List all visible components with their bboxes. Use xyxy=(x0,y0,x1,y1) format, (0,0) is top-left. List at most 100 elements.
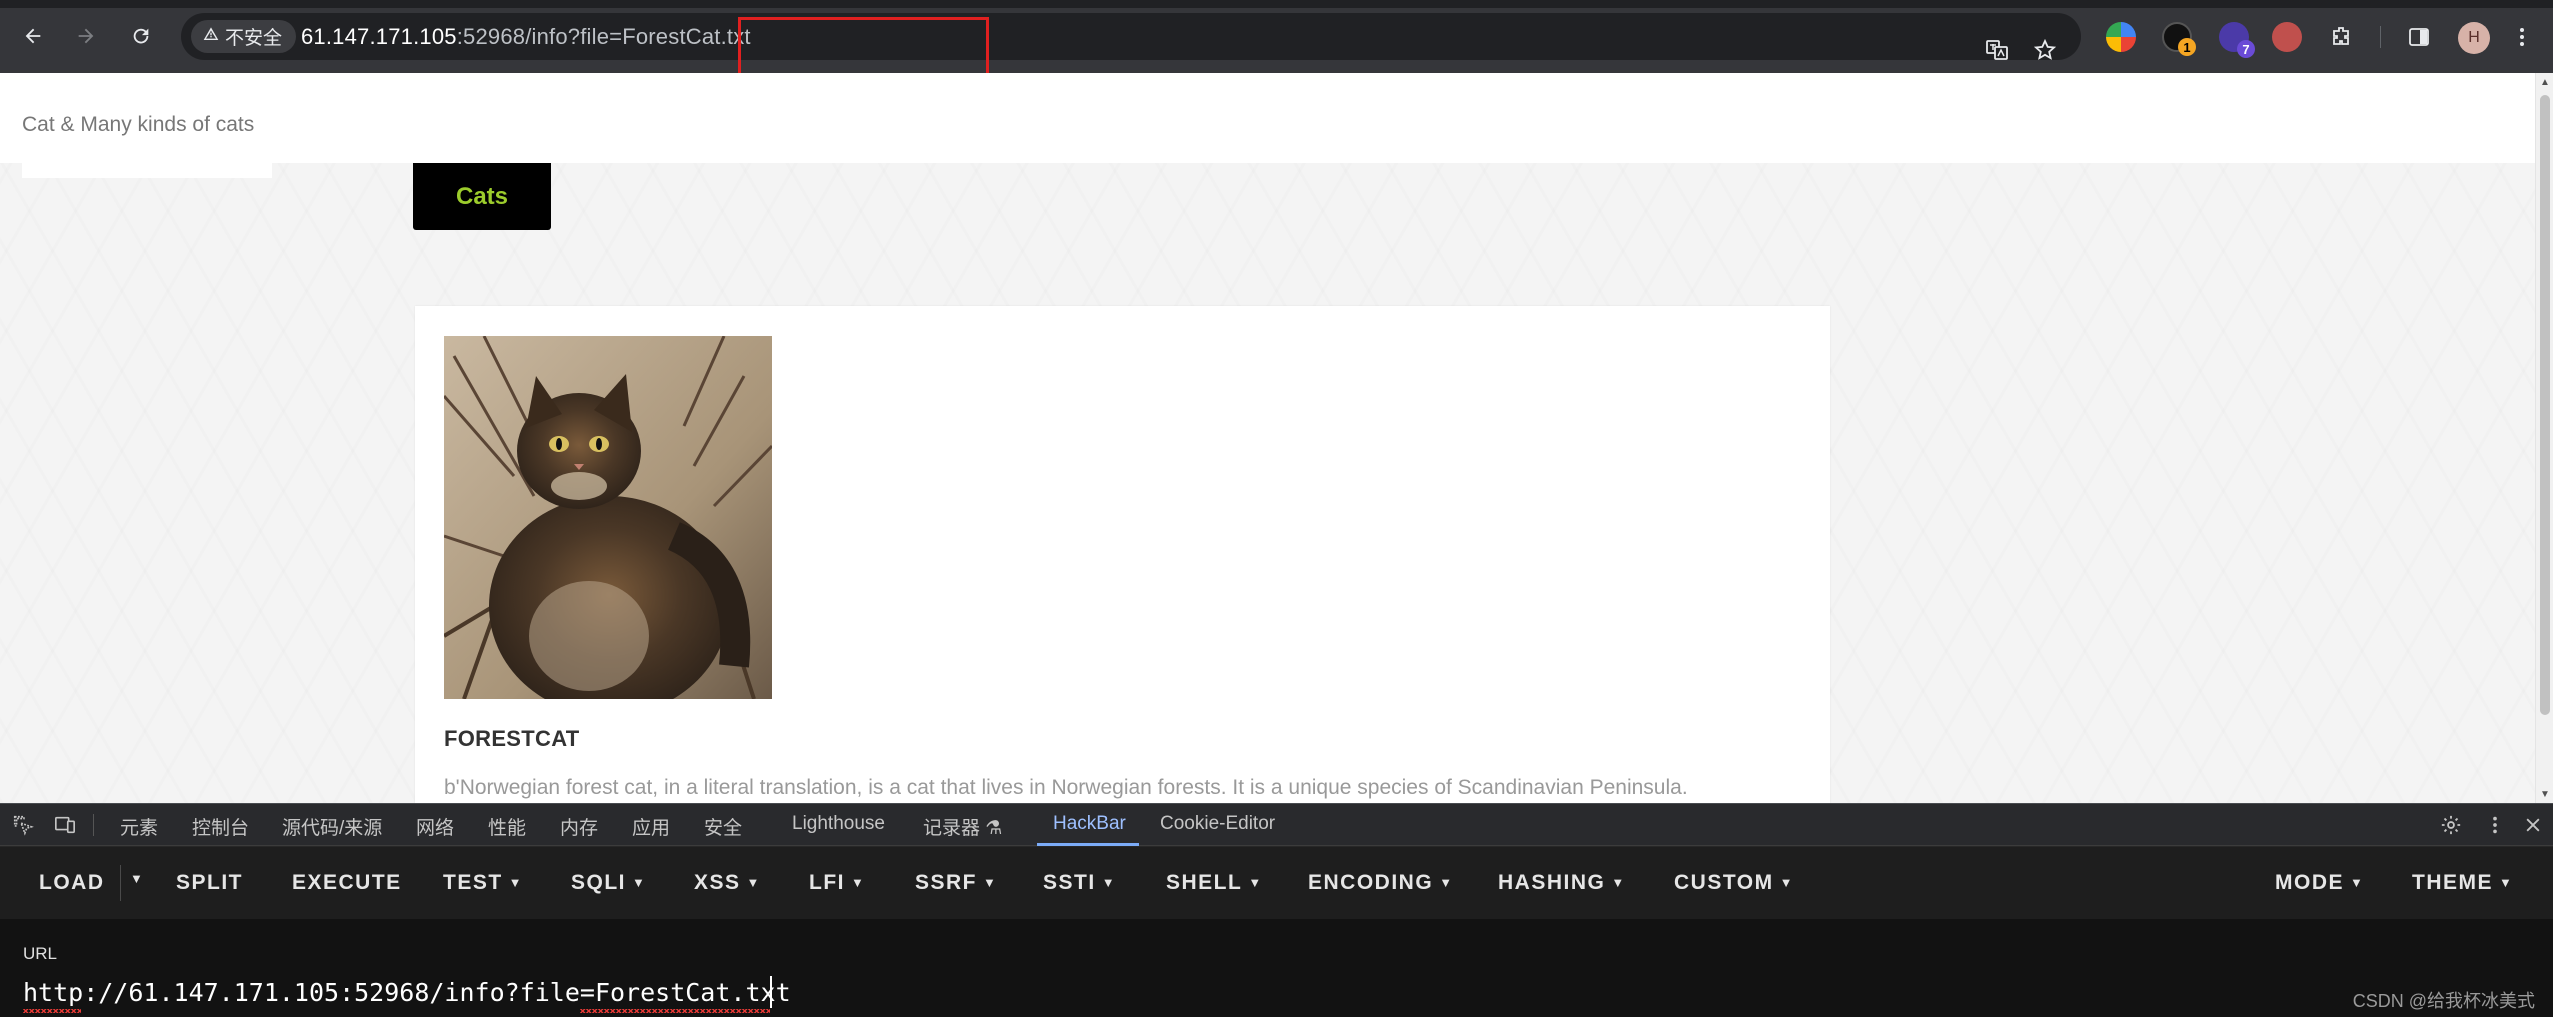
mode-label: MODE xyxy=(2275,871,2344,894)
menu-kebab-icon[interactable] xyxy=(2506,21,2538,53)
load-divider xyxy=(120,865,121,901)
cats-nav-button[interactable]: Cats xyxy=(413,163,551,230)
page-scrollbar[interactable]: ▲ ▼ xyxy=(2535,73,2553,803)
encoding-label: ENCODING xyxy=(1308,871,1434,894)
site-header: Cat & Many kinds of cats xyxy=(0,73,2535,163)
scroll-up-icon[interactable]: ▲ xyxy=(2536,73,2553,91)
site-brand[interactable]: Cat & Many kinds of cats xyxy=(22,113,254,137)
browser-toolbar: 不安全 61.147.171.105:52968/info?file=Fores… xyxy=(0,0,2553,79)
test-label: TEST xyxy=(443,871,503,894)
sqli-label: SQLI xyxy=(571,871,627,894)
watermark: CSDN @给我杯冰美式 xyxy=(2352,991,2535,1011)
shell-menu-button[interactable]: SHELL ▼ xyxy=(1166,871,1263,895)
settings-gear-icon[interactable] xyxy=(2438,812,2464,838)
chevron-down-icon: ▼ xyxy=(632,875,647,890)
chevron-down-icon: ▼ xyxy=(1101,875,1117,890)
star-icon[interactable] xyxy=(2029,34,2061,66)
inspect-element-icon[interactable] xyxy=(10,812,36,838)
tab-console[interactable]: 控制台 xyxy=(192,813,249,840)
chevron-down-icon: ▼ xyxy=(2499,875,2514,890)
cat-description: b'Norwegian forest cat, in a literal tra… xyxy=(444,776,1688,799)
custom-menu-button[interactable]: CUSTOM ▼ xyxy=(1674,871,1794,895)
mode-menu-button[interactable]: MODE ▼ xyxy=(2275,871,2364,895)
ssrf-label: SSRF xyxy=(915,871,978,894)
extension-chrome-icon[interactable] xyxy=(2106,22,2136,52)
devtools-more-icon[interactable] xyxy=(2482,812,2508,838)
forward-icon[interactable] xyxy=(68,18,104,54)
sqli-menu-button[interactable]: SQLI ▼ xyxy=(571,871,646,895)
extension-badge: 1 xyxy=(2178,38,2196,56)
toolbar-divider xyxy=(2380,26,2381,48)
devtools-panel: 元素 控制台 源代码/来源 网络 性能 内存 应用 安全 Lighthouse … xyxy=(0,803,2553,1017)
back-icon[interactable] xyxy=(15,18,51,54)
chevron-down-icon: ▼ xyxy=(746,875,761,890)
tab-performance[interactable]: 性能 xyxy=(488,813,526,840)
xss-label: XSS xyxy=(694,871,741,894)
forest-cat-image xyxy=(444,336,772,699)
cat-card: FORESTCAT b'Norwegian forest cat, in a l… xyxy=(415,306,1830,803)
ssrf-menu-button[interactable]: SSRF ▼ xyxy=(915,871,997,895)
chevron-down-icon: ▼ xyxy=(1779,875,1794,890)
tab-application[interactable]: 应用 xyxy=(632,813,670,840)
tab-memory[interactable]: 内存 xyxy=(560,813,598,840)
extension-shield-icon[interactable]: 7 xyxy=(2219,22,2255,58)
extension-badge: 7 xyxy=(2237,40,2255,58)
puzzle-icon[interactable] xyxy=(2325,21,2357,53)
tab-lighthouse[interactable]: Lighthouse xyxy=(792,813,885,835)
chevron-down-icon: ▼ xyxy=(2350,875,2365,890)
tab-strip xyxy=(0,0,2553,8)
hackbar-toolbar: LOAD ▼ SPLIT EXECUTE TEST ▼ SQLI ▼ XSS ▼ LF… xyxy=(0,847,2553,919)
scroll-down-icon[interactable]: ▼ xyxy=(2536,785,2553,803)
lfi-label: LFI xyxy=(809,871,845,894)
hashing-label: HASHING xyxy=(1498,871,1606,894)
scroll-thumb[interactable] xyxy=(2540,95,2550,715)
url-host: 61.147.171.105 xyxy=(301,24,457,49)
tab-hackbar[interactable]: HackBar xyxy=(1053,813,1126,835)
chevron-down-icon: ▼ xyxy=(983,875,998,890)
load-button[interactable]: LOAD xyxy=(39,871,105,895)
tab-cookie-editor[interactable]: Cookie-Editor xyxy=(1160,813,1275,835)
shell-label: SHELL xyxy=(1166,871,1243,894)
url-field-label: URL xyxy=(23,944,58,963)
test-menu-button[interactable]: TEST ▼ xyxy=(443,871,523,895)
text-cursor xyxy=(770,976,772,1008)
security-chip[interactable]: 不安全 xyxy=(191,20,297,53)
sidepanel-icon[interactable] xyxy=(2403,21,2435,53)
tab-sources[interactable]: 源代码/来源 xyxy=(282,813,382,840)
tab-elements[interactable]: 元素 xyxy=(120,813,158,840)
device-toolbar-icon[interactable] xyxy=(52,812,78,838)
split-button[interactable]: SPLIT xyxy=(176,871,243,895)
highlight-annotation xyxy=(738,17,989,79)
chevron-down-icon: ▼ xyxy=(1248,875,1263,890)
execute-button[interactable]: EXECUTE xyxy=(292,871,402,895)
profile-avatar[interactable]: H xyxy=(2458,22,2490,54)
cat-title: FORESTCAT xyxy=(444,726,580,751)
url-display[interactable]: 61.147.171.105:52968/info?file=ForestCat… xyxy=(301,24,751,50)
url-field[interactable] xyxy=(23,974,2503,1010)
tab-recorder[interactable]: 记录器 ⚗ xyxy=(923,813,1002,840)
load-dropdown-icon[interactable]: ▼ xyxy=(130,871,143,886)
tab-network[interactable]: 网络 xyxy=(416,813,454,840)
chevron-down-icon: ▼ xyxy=(1439,875,1454,890)
lfi-menu-button[interactable]: LFI ▼ xyxy=(809,871,865,895)
header-tab xyxy=(22,163,272,178)
tab-divider xyxy=(93,814,94,836)
custom-label: CUSTOM xyxy=(1674,871,1774,894)
active-tab-indicator xyxy=(1037,843,1139,846)
chevron-down-icon: ▼ xyxy=(1611,875,1626,890)
translate-icon[interactable] xyxy=(1981,34,2013,66)
encoding-menu-button[interactable]: ENCODING ▼ xyxy=(1308,871,1454,895)
hashing-menu-button[interactable]: HASHING ▼ xyxy=(1498,871,1626,895)
extension-cookie-icon[interactable]: 1 xyxy=(2162,22,2196,56)
address-bar[interactable]: 不安全 61.147.171.105:52968/info?file=Fores… xyxy=(181,13,2081,79)
extension-film-icon[interactable] xyxy=(2272,22,2302,52)
theme-menu-button[interactable]: THEME ▼ xyxy=(2412,871,2513,895)
security-label: 不安全 xyxy=(225,28,283,49)
devtools-tab-bar: 元素 控制台 源代码/来源 网络 性能 内存 应用 安全 Lighthouse … xyxy=(0,804,2553,846)
tab-security[interactable]: 安全 xyxy=(704,813,742,840)
ssti-label: SSTI xyxy=(1043,871,1096,894)
xss-menu-button[interactable]: XSS ▼ xyxy=(694,871,761,895)
ssti-menu-button[interactable]: SSTI ▼ xyxy=(1043,871,1116,895)
close-icon[interactable] xyxy=(2520,812,2546,838)
reload-icon[interactable] xyxy=(123,18,159,54)
